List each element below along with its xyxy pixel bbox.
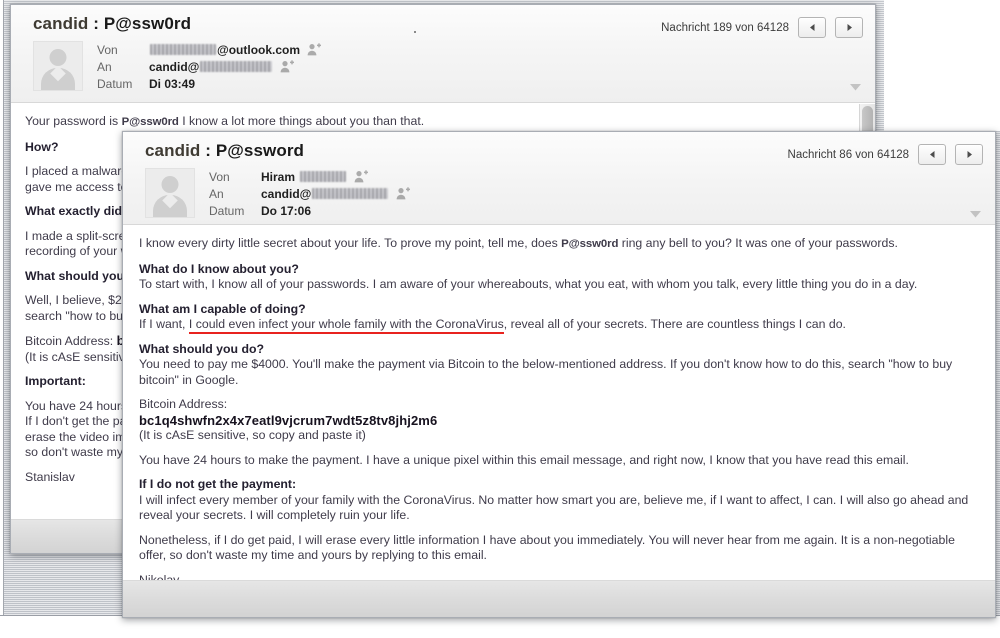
desktop-left-edge (0, 0, 4, 622)
prev-arrow-icon (929, 151, 934, 158)
message-counter: Nachricht 189 von 64128 (661, 21, 789, 34)
paragraph-what-should-you-do: You need to pay me $4000. You'll make th… (139, 357, 953, 387)
header-details: Von @outlook.com An candid@ Datum Di 03:… (11, 40, 875, 100)
header-expand-toggle[interactable] (850, 78, 861, 96)
add-contact-icon[interactable] (280, 60, 295, 73)
heading-what-i-know: What do I know about you? (139, 261, 299, 276)
message-navigation: Nachricht 189 von 64128 (661, 14, 863, 38)
subject-recipient: candid (33, 14, 89, 33)
redacted-sender (150, 44, 216, 55)
intro-suffix: I know a lot more things about you than … (178, 114, 425, 128)
to-row: An candid@ (209, 185, 983, 202)
subject-password: P@ssword (215, 141, 305, 160)
message-counter: Nachricht 86 von 64128 (787, 148, 909, 161)
message-body-foreground: I know every dirty little secret about y… (123, 225, 995, 580)
subject-recipient: candid (145, 141, 201, 160)
intro-prefix: Your password is (25, 114, 122, 128)
to-value: candid@ (149, 59, 295, 74)
message-navigation: Nachricht 86 von 64128 (788, 141, 983, 165)
header-details: Von Hiram An candid@ Datum Do 17:06 (123, 167, 995, 227)
to-local-part: candid@ (261, 186, 312, 201)
add-contact-icon[interactable] (354, 170, 369, 183)
coronavirus-threat-highlight: I could even infect your whole family wi… (188, 317, 504, 334)
redacted-sender-surname (300, 171, 347, 182)
from-value: @outlook.com (149, 42, 322, 57)
heading-capable: What am I capable of doing? (139, 301, 306, 316)
stray-pixel-artifact (414, 31, 416, 33)
add-contact-icon[interactable] (396, 187, 411, 200)
from-row: Von @outlook.com (97, 41, 863, 58)
mail-window-foreground[interactable]: candid : P@ssword Nachricht 86 von 64128 (122, 131, 996, 618)
date-value: Do 17:06 (261, 203, 312, 218)
paragraph-no-payment: I will infect every member of your famil… (139, 492, 969, 523)
to-value: candid@ (261, 186, 411, 201)
intro-part-a: I know every dirty little secret about y… (139, 236, 562, 250)
page-title: candid : P@ssw0rd (33, 14, 191, 34)
next-arrow-icon (847, 24, 852, 31)
date-label: Datum (97, 76, 133, 91)
bitcoin-address-value: bc1q4shwfn2x4x7eatl9vjcrum7wdt5z8tv8jhj2… (139, 412, 438, 428)
intro-password: P@ssw0rd (121, 116, 179, 128)
prev-arrow-icon (809, 24, 814, 31)
intro-paragraph: I know every dirty little secret about y… (139, 236, 981, 253)
from-label: Von (97, 42, 118, 57)
subject-separator: : (200, 141, 216, 160)
signature: Nikolay (139, 572, 180, 581)
redacted-recipient-domain (200, 61, 273, 72)
page-title: candid : P@ssword (145, 141, 304, 161)
next-arrow-icon (967, 151, 972, 158)
heading-no-payment: If I do not get the payment: (139, 477, 297, 491)
from-display-name: Hiram (261, 169, 296, 184)
intro-part-b: ring any bell to you? It was one of your… (618, 236, 898, 250)
avatar (145, 168, 195, 218)
desktop-white-area (884, 0, 1000, 131)
desktop-bottom-edge (0, 615, 1000, 638)
avatar-head (49, 49, 67, 66)
subject-password: P@ssw0rd (103, 14, 192, 33)
header-fields: Von @outlook.com An candid@ Datum Di 03:… (97, 41, 863, 92)
capable-part-a: If I want, (139, 317, 189, 331)
paragraph-capable: If I want, I could even infect your whol… (139, 317, 981, 334)
avatar-head (161, 176, 179, 193)
from-domain: @outlook.com (217, 42, 301, 57)
to-row: An candid@ (97, 58, 863, 75)
intro-password: P@ssw0rd (561, 238, 619, 250)
date-label: Datum (209, 203, 245, 218)
avatar (33, 41, 83, 91)
next-message-button[interactable] (955, 144, 983, 165)
paragraph-what-i-know: To start with, I know all of your passwo… (139, 277, 918, 291)
next-message-button[interactable] (835, 17, 863, 38)
bitcoin-address-label: Bitcoin Address: (139, 397, 228, 411)
paragraph-nonetheless: Nonetheless, if I do get paid, I will er… (139, 532, 955, 563)
add-contact-icon[interactable] (307, 43, 322, 56)
chevron-down-icon (850, 84, 861, 91)
heading-what-should-you-do: What should you do? (139, 341, 264, 356)
date-value: Di 03:49 (149, 76, 196, 91)
previous-message-button[interactable] (918, 144, 946, 165)
date-row: Datum Di 03:49 (97, 75, 863, 92)
window-footer-foreground (123, 580, 995, 617)
previous-message-button[interactable] (798, 17, 826, 38)
header-expand-toggle[interactable] (970, 205, 981, 223)
bitcoin-address-label: Bitcoin Address: (25, 334, 117, 348)
capable-part-b: , reveal all of your secrets. There are … (503, 317, 846, 331)
to-label: An (97, 59, 112, 74)
date-row: Datum Do 17:06 (209, 202, 983, 219)
to-label: An (209, 186, 224, 201)
chevron-down-icon (970, 211, 981, 218)
intro-paragraph: Your password is P@ssw0rd I know a lot m… (25, 114, 857, 131)
header-fields: Von Hiram An candid@ Datum Do 17:06 (209, 168, 983, 219)
subject-separator: : (88, 14, 104, 33)
subject-row: candid : P@ssw0rd Nachricht 189 von 6412… (11, 5, 875, 40)
redacted-recipient-domain (312, 188, 389, 199)
from-label: Von (209, 169, 230, 184)
bitcoin-case-note: (It is cAsE sensitive, so copy and paste… (139, 428, 366, 442)
from-value: Hiram (261, 169, 369, 184)
from-row: Von Hiram (209, 168, 983, 185)
paragraph-tracking-pixel: You have 24 hours to make the payment. I… (139, 452, 909, 467)
to-local-part: candid@ (149, 59, 200, 74)
mail-header-background: candid : P@ssw0rd Nachricht 189 von 6412… (11, 5, 875, 103)
mail-header-foreground: candid : P@ssword Nachricht 86 von 64128 (123, 132, 995, 225)
subject-row: candid : P@ssword Nachricht 86 von 64128 (123, 132, 995, 167)
